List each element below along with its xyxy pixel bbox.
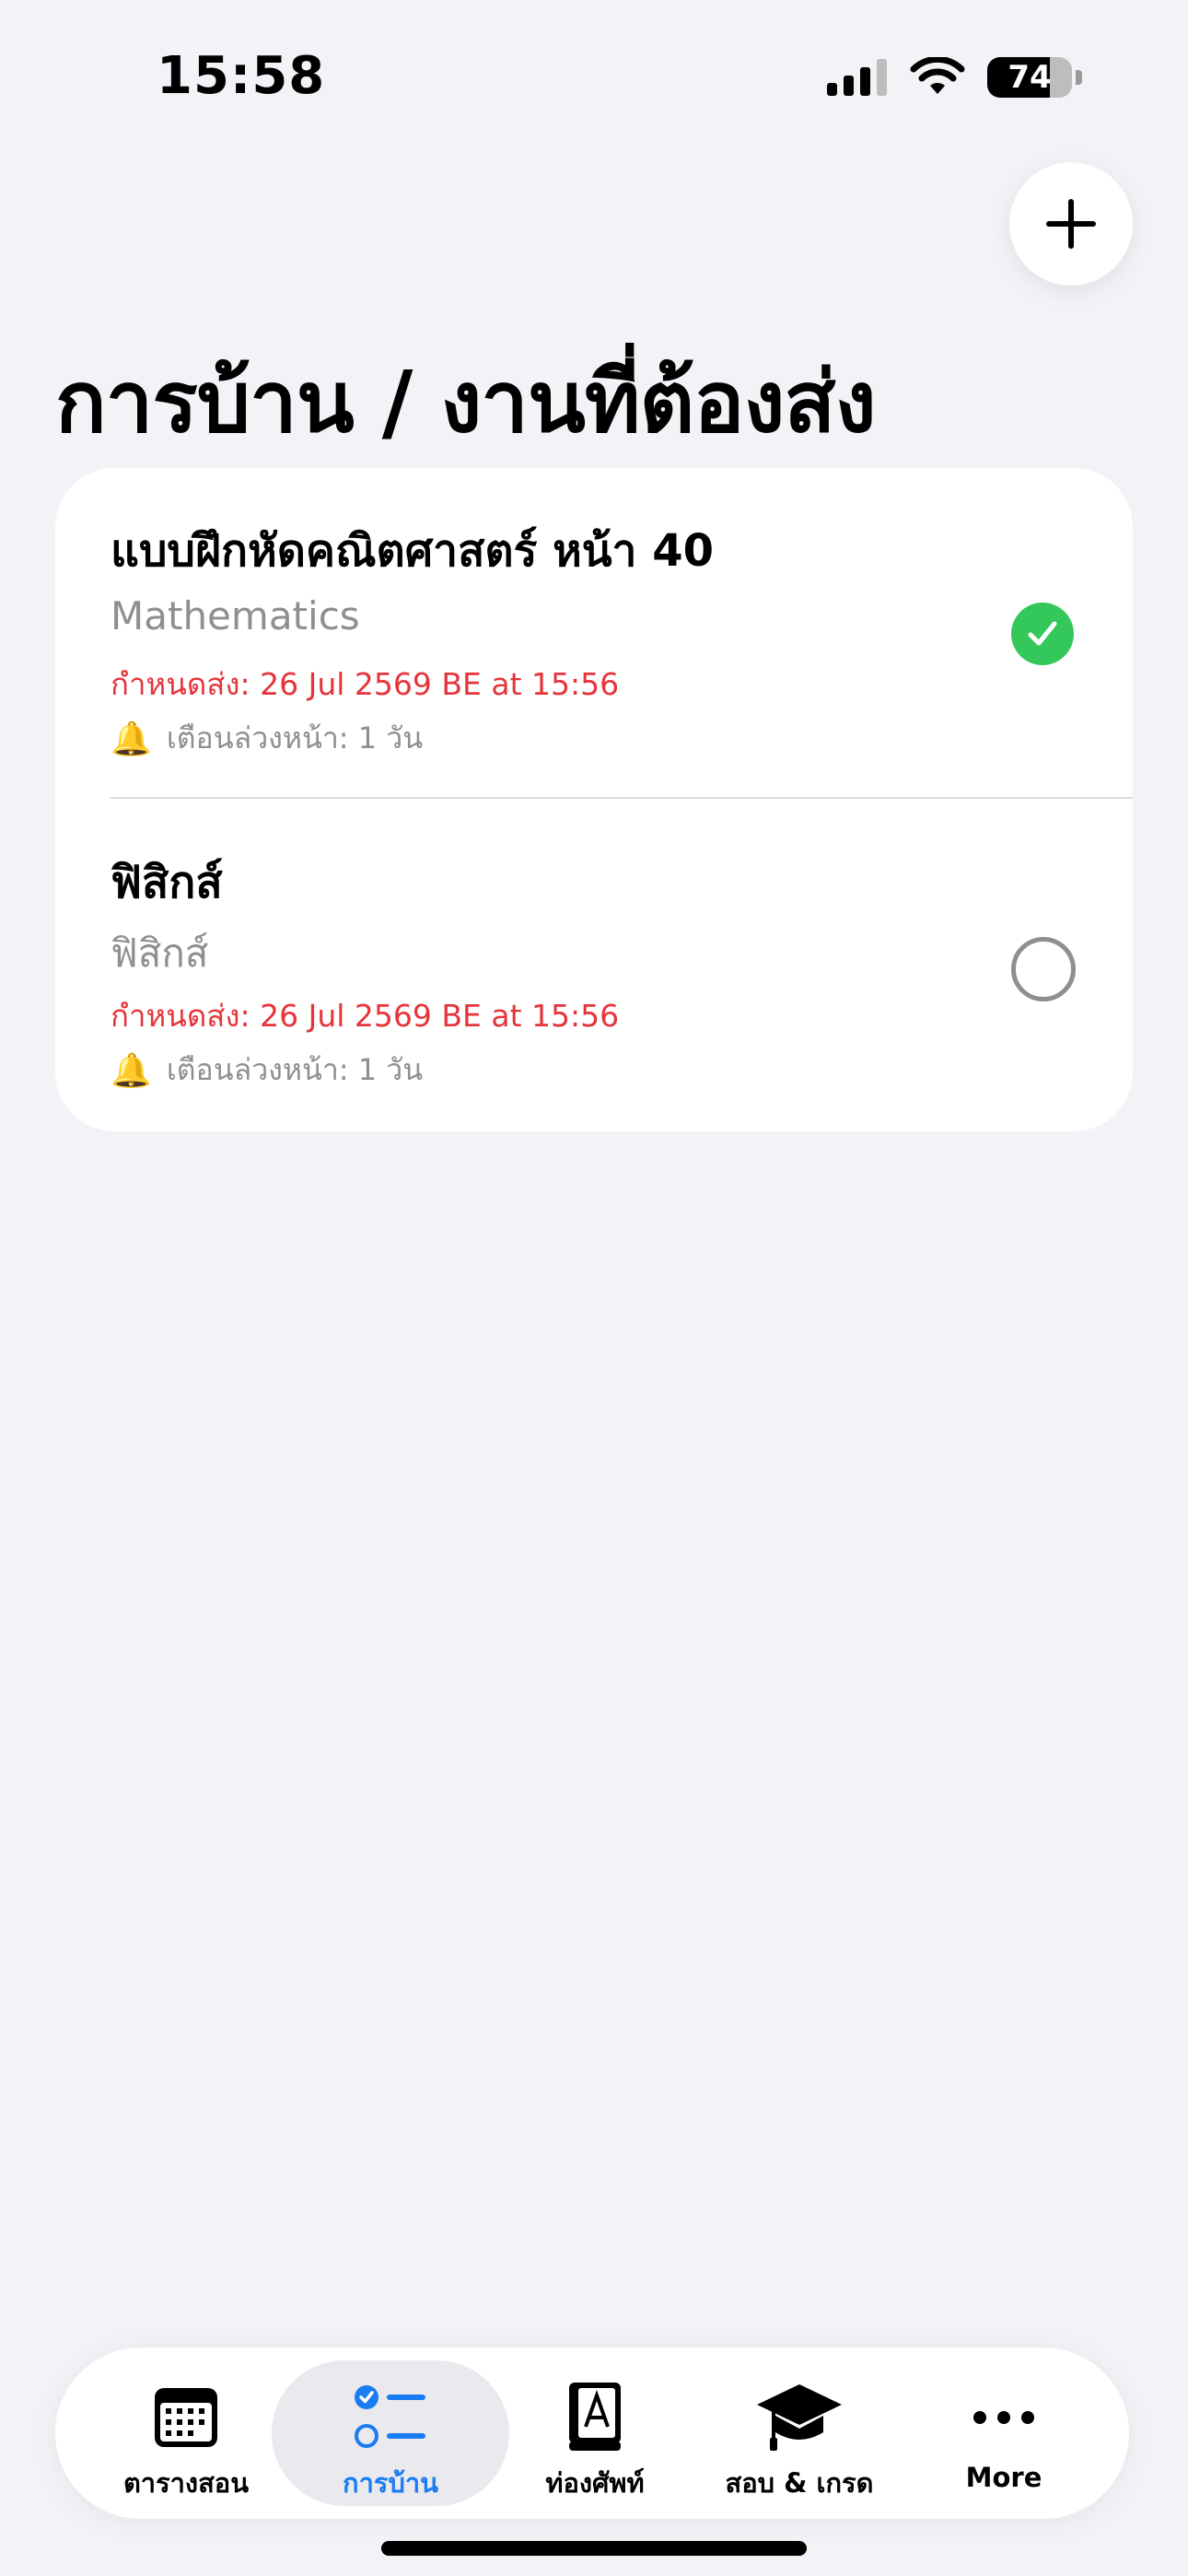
- incomplete-circle-toggle[interactable]: [1011, 937, 1076, 1001]
- homework-title: ฟิสิกส์: [111, 857, 223, 908]
- tab-label: การบ้าน: [343, 2467, 438, 2499]
- homework-due-date: กำหนดส่ง: 26 Jul 2569 BE at 15:56: [111, 666, 620, 702]
- home-indicator: [381, 2541, 807, 2556]
- status-bar: 15:58 74: [0, 0, 1188, 157]
- homework-subject: Mathematics: [111, 593, 360, 638]
- status-time: 15:58: [157, 46, 326, 106]
- bell-icon: 🔔: [111, 1051, 152, 1090]
- homework-list: แบบฝึกหัดคณิตศาสตร์ หน้า 40 Mathematics …: [55, 468, 1133, 1131]
- tab-label: More: [965, 2462, 1042, 2493]
- checkmark-icon: [1028, 621, 1057, 646]
- tab-homework[interactable]: การบ้าน: [289, 2348, 492, 2519]
- graduation-cap-icon: [757, 2384, 842, 2451]
- homework-reminder: 🔔 เตือนล่วงหน้า: 1 วัน: [111, 715, 423, 762]
- wifi-icon: [910, 57, 965, 94]
- plus-icon: [1046, 199, 1096, 249]
- homework-subject: ฟิสิกส์: [111, 931, 209, 976]
- tab-label: ตารางสอน: [122, 2467, 250, 2499]
- homework-due-date: กำหนดส่ง: 26 Jul 2569 BE at 15:56: [111, 998, 620, 1034]
- dictionary-icon: [569, 2383, 621, 2451]
- tab-label: สอบ & เกรด: [725, 2467, 874, 2499]
- tab-exams-grades[interactable]: สอบ & เกรด: [698, 2348, 901, 2519]
- bell-icon: 🔔: [111, 720, 152, 758]
- homework-title: แบบฝึกหัดคณิตศาสตร์ หน้า 40: [111, 525, 714, 577]
- tab-more[interactable]: More: [903, 2348, 1105, 2519]
- add-homework-button[interactable]: [1009, 162, 1133, 286]
- divider: [111, 797, 1133, 799]
- more-dots-icon: [973, 2411, 1034, 2424]
- tab-schedule[interactable]: ตารางสอน: [85, 2348, 287, 2519]
- reminder-text: เตือนล่วงหน้า: 1 วัน: [166, 720, 424, 755]
- calendar-icon: [155, 2388, 217, 2447]
- cellular-signal-icon: [827, 59, 887, 96]
- battery-percent: 74: [1007, 59, 1052, 96]
- tab-label: ท่องศัพท์: [545, 2467, 645, 2499]
- tab-vocabulary[interactable]: ท่องศัพท์: [494, 2348, 696, 2519]
- checklist-icon: [355, 2385, 425, 2448]
- completed-checkmark-toggle[interactable]: [1011, 603, 1074, 665]
- reminder-text: เตือนล่วงหน้า: 1 วัน: [166, 1052, 424, 1087]
- tab-bar: ตารางสอน การบ้าน ท่องศัพท์ สอบ & เกรด Mo…: [55, 2348, 1129, 2519]
- page-title: การบ้าน / งานที่ต้องส่ง: [55, 353, 876, 451]
- battery-icon: 74: [987, 57, 1082, 98]
- status-icons: 74: [827, 57, 1082, 98]
- homework-reminder: 🔔 เตือนล่วงหน้า: 1 วัน: [111, 1047, 423, 1094]
